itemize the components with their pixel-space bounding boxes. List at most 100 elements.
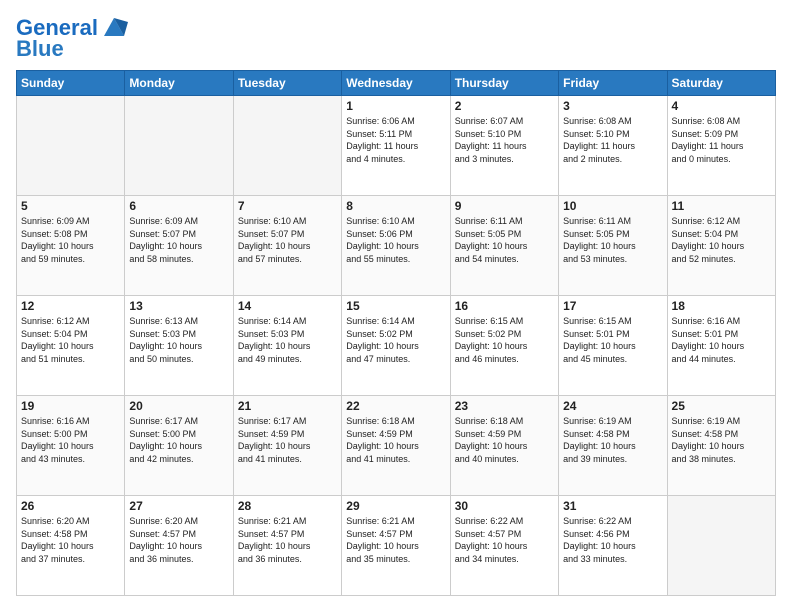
day-number: 13 [129,299,228,313]
day-info: Sunrise: 6:15 AM Sunset: 5:02 PM Dayligh… [455,315,554,365]
calendar-cell: 14 Sunrise: 6:14 AM Sunset: 5:03 PM Dayli… [233,296,341,396]
day-info: Sunrise: 6:17 AM Sunset: 4:59 PM Dayligh… [238,415,337,465]
day-number: 29 [346,499,445,513]
day-info: Sunrise: 6:12 AM Sunset: 5:04 PM Dayligh… [21,315,120,365]
calendar-cell: 6Sunrise: 6:09 AM Sunset: 5:07 PM Daylig… [125,196,233,296]
week-row-2: 12Sunrise: 6:12 AM Sunset: 5:04 PM Dayli… [17,296,776,396]
weekday-header-tuesday: Tuesday [233,71,341,96]
calendar-cell: 27 Sunrise: 6:20 AM Sunset: 4:57 PM Dayli… [125,496,233,596]
weekday-header-saturday: Saturday [667,71,775,96]
logo: General Blue [16,16,128,62]
day-info: Sunrise: 6:09 AM Sunset: 5:08 PM Dayligh… [21,215,120,265]
calendar-cell: 15 Sunrise: 6:14 AM Sunset: 5:02 PM Dayli… [342,296,450,396]
day-number: 28 [238,499,337,513]
day-number: 17 [563,299,662,313]
day-number: 4 [672,99,771,113]
day-info: Sunrise: 6:08 AM Sunset: 5:10 PM Dayligh… [563,115,662,165]
day-info: Sunrise: 6:16 AM Sunset: 5:00 PM Dayligh… [21,415,120,465]
day-number: 11 [672,199,771,213]
day-number: 14 [238,299,337,313]
day-number: 1 [346,99,445,113]
calendar-cell: 23 Sunrise: 6:18 AM Sunset: 4:59 PM Dayli… [450,396,558,496]
calendar-cell: 10Sunrise: 6:11 AM Sunset: 5:05 PM Dayli… [559,196,667,296]
calendar-cell: 31 Sunrise: 6:22 AM Sunset: 4:56 PM Dayli… [559,496,667,596]
day-info: Sunrise: 6:09 AM Sunset: 5:07 PM Dayligh… [129,215,228,265]
day-info: Sunrise: 6:12 AM Sunset: 5:04 PM Dayligh… [672,215,771,265]
week-row-0: 1 Sunrise: 6:06 AM Sunset: 5:11 PM Daylig… [17,96,776,196]
calendar-cell: 12Sunrise: 6:12 AM Sunset: 5:04 PM Dayli… [17,296,125,396]
weekday-header-thursday: Thursday [450,71,558,96]
calendar-cell [667,496,775,596]
day-number: 26 [21,499,120,513]
day-info: Sunrise: 6:21 AM Sunset: 4:57 PM Dayligh… [346,515,445,565]
calendar-cell: 25 Sunrise: 6:19 AM Sunset: 4:58 PM Dayli… [667,396,775,496]
calendar-cell [17,96,125,196]
day-info: Sunrise: 6:11 AM Sunset: 5:05 PM Dayligh… [563,215,662,265]
day-info: Sunrise: 6:18 AM Sunset: 4:59 PM Dayligh… [455,415,554,465]
week-row-3: 19Sunrise: 6:16 AM Sunset: 5:00 PM Dayli… [17,396,776,496]
day-info: Sunrise: 6:19 AM Sunset: 4:58 PM Dayligh… [563,415,662,465]
week-row-1: 5 Sunrise: 6:09 AM Sunset: 5:08 PM Daylig… [17,196,776,296]
calendar-cell: 2 Sunrise: 6:07 AM Sunset: 5:10 PM Daylig… [450,96,558,196]
day-info: Sunrise: 6:07 AM Sunset: 5:10 PM Dayligh… [455,115,554,165]
header: General Blue [16,16,776,62]
weekday-header-wednesday: Wednesday [342,71,450,96]
day-info: Sunrise: 6:06 AM Sunset: 5:11 PM Dayligh… [346,115,445,165]
day-number: 25 [672,399,771,413]
day-info: Sunrise: 6:10 AM Sunset: 5:07 PM Dayligh… [238,215,337,265]
day-info: Sunrise: 6:22 AM Sunset: 4:56 PM Dayligh… [563,515,662,565]
page: General Blue SundayMondayTuesdayWednesda… [0,0,792,612]
calendar-cell: 17Sunrise: 6:15 AM Sunset: 5:01 PM Dayli… [559,296,667,396]
day-number: 23 [455,399,554,413]
day-number: 9 [455,199,554,213]
day-info: Sunrise: 6:08 AM Sunset: 5:09 PM Dayligh… [672,115,771,165]
calendar-cell [233,96,341,196]
weekday-header-monday: Monday [125,71,233,96]
calendar-cell: 8Sunrise: 6:10 AM Sunset: 5:06 PM Daylig… [342,196,450,296]
weekday-header-sunday: Sunday [17,71,125,96]
calendar-cell: 16 Sunrise: 6:15 AM Sunset: 5:02 PM Dayli… [450,296,558,396]
calendar-cell: 13 Sunrise: 6:13 AM Sunset: 5:03 PM Dayli… [125,296,233,396]
day-info: Sunrise: 6:20 AM Sunset: 4:58 PM Dayligh… [21,515,120,565]
day-number: 30 [455,499,554,513]
calendar-cell: 1 Sunrise: 6:06 AM Sunset: 5:11 PM Daylig… [342,96,450,196]
calendar-cell: 28 Sunrise: 6:21 AM Sunset: 4:57 PM Dayli… [233,496,341,596]
day-number: 5 [21,199,120,213]
calendar-cell: 9 Sunrise: 6:11 AM Sunset: 5:05 PM Daylig… [450,196,558,296]
calendar-cell: 7 Sunrise: 6:10 AM Sunset: 5:07 PM Daylig… [233,196,341,296]
day-number: 24 [563,399,662,413]
day-info: Sunrise: 6:16 AM Sunset: 5:01 PM Dayligh… [672,315,771,365]
calendar-cell: 21 Sunrise: 6:17 AM Sunset: 4:59 PM Dayli… [233,396,341,496]
day-number: 21 [238,399,337,413]
day-info: Sunrise: 6:20 AM Sunset: 4:57 PM Dayligh… [129,515,228,565]
day-info: Sunrise: 6:11 AM Sunset: 5:05 PM Dayligh… [455,215,554,265]
calendar-cell: 29 Sunrise: 6:21 AM Sunset: 4:57 PM Dayli… [342,496,450,596]
day-number: 8 [346,199,445,213]
day-info: Sunrise: 6:14 AM Sunset: 5:03 PM Dayligh… [238,315,337,365]
day-number: 2 [455,99,554,113]
day-number: 18 [672,299,771,313]
day-number: 20 [129,399,228,413]
day-number: 27 [129,499,228,513]
day-number: 7 [238,199,337,213]
weekday-header-friday: Friday [559,71,667,96]
day-info: Sunrise: 6:19 AM Sunset: 4:58 PM Dayligh… [672,415,771,465]
calendar-cell: 5 Sunrise: 6:09 AM Sunset: 5:08 PM Daylig… [17,196,125,296]
day-info: Sunrise: 6:13 AM Sunset: 5:03 PM Dayligh… [129,315,228,365]
day-number: 31 [563,499,662,513]
calendar-cell: 4 Sunrise: 6:08 AM Sunset: 5:09 PM Daylig… [667,96,775,196]
calendar-cell: 22Sunrise: 6:18 AM Sunset: 4:59 PM Dayli… [342,396,450,496]
day-info: Sunrise: 6:21 AM Sunset: 4:57 PM Dayligh… [238,515,337,565]
weekday-header-row: SundayMondayTuesdayWednesdayThursdayFrid… [17,71,776,96]
day-number: 15 [346,299,445,313]
calendar-cell: 3 Sunrise: 6:08 AM Sunset: 5:10 PM Daylig… [559,96,667,196]
calendar-table: SundayMondayTuesdayWednesdayThursdayFrid… [16,70,776,596]
day-number: 16 [455,299,554,313]
day-number: 3 [563,99,662,113]
day-info: Sunrise: 6:22 AM Sunset: 4:57 PM Dayligh… [455,515,554,565]
day-info: Sunrise: 6:14 AM Sunset: 5:02 PM Dayligh… [346,315,445,365]
day-info: Sunrise: 6:17 AM Sunset: 5:00 PM Dayligh… [129,415,228,465]
calendar-cell: 30 Sunrise: 6:22 AM Sunset: 4:57 PM Dayli… [450,496,558,596]
calendar-cell: 18 Sunrise: 6:16 AM Sunset: 5:01 PM Dayli… [667,296,775,396]
day-number: 22 [346,399,445,413]
